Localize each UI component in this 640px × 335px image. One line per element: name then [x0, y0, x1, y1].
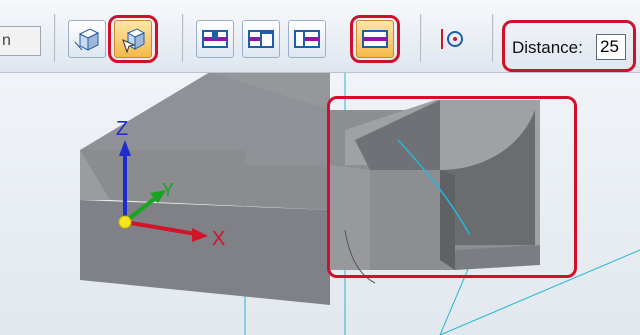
view-cube-icon — [74, 28, 100, 51]
x-axis-label: X — [212, 228, 225, 250]
profile-c-button[interactable] — [288, 20, 326, 58]
distance-label: Distance: — [512, 38, 583, 57]
z-axis-label: Z — [116, 118, 128, 140]
extent-profile-c-icon — [294, 30, 320, 48]
toolbar-separator — [54, 14, 56, 62]
keypoint-button[interactable] — [432, 20, 470, 58]
view-select-button[interactable] — [114, 20, 152, 58]
model-front-face — [80, 200, 330, 305]
profile-b-button[interactable] — [242, 20, 280, 58]
view-cube-select-icon — [122, 28, 146, 54]
profile-a-button[interactable] — [196, 20, 234, 58]
extent-profile-d-icon — [362, 30, 388, 48]
toolbar-separator — [182, 14, 184, 62]
command-toolbar: n Distance: 25 — [0, 0, 640, 73]
view-normal-button[interactable] — [68, 20, 106, 58]
keypoint-circle-icon — [441, 29, 463, 49]
toolbar-separator — [492, 14, 494, 62]
toolbar-separator — [420, 14, 422, 62]
profile-d-button[interactable] — [356, 20, 394, 58]
distance-input[interactable] — [596, 34, 626, 60]
extent-profile-a-icon — [202, 30, 228, 48]
extent-profile-b-icon — [248, 30, 274, 48]
partial-input-field[interactable]: n — [0, 26, 41, 56]
model-slot-left-face — [330, 165, 370, 270]
model-slot-inner-face — [440, 170, 455, 270]
triad-origin — [118, 215, 132, 229]
y-axis-label: Y — [162, 180, 174, 200]
